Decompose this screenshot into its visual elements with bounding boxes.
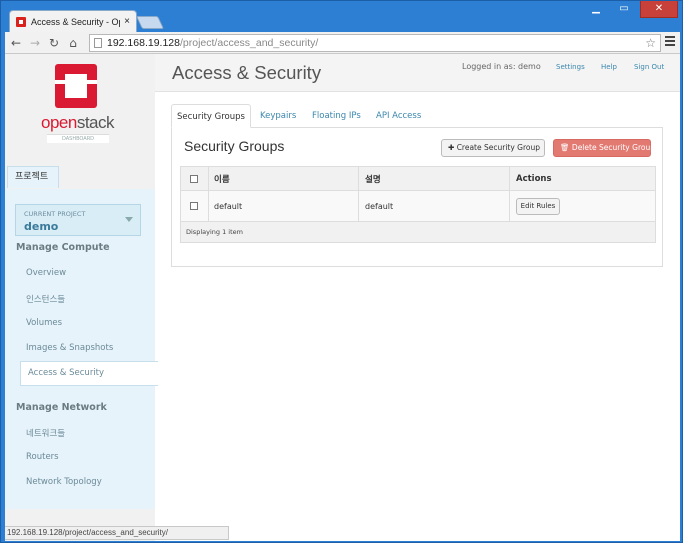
sidebar-item-networks[interactable]: 네트워크들 (26, 427, 65, 439)
status-bar-url: 192.168.19.128/project/access_and_securi… (5, 526, 229, 540)
sign-out-link[interactable]: Sign Out (634, 63, 664, 71)
table-row: default default Edit Rules (181, 191, 655, 222)
sidebar-item-overview[interactable]: Overview (26, 268, 66, 278)
tab-title: Access & Security - Oper (31, 16, 120, 27)
page-icon (94, 38, 102, 48)
page-icon (16, 16, 26, 27)
reload-icon[interactable]: ↻ (46, 35, 62, 51)
chevron-down-icon (125, 217, 133, 222)
menu-icon[interactable] (665, 36, 675, 47)
row-select-cell (186, 191, 210, 221)
page-title: Access & Security (172, 62, 322, 83)
tab-keypairs[interactable]: Keypairs (260, 104, 296, 128)
tab-project[interactable]: 프로젝트 (7, 166, 59, 188)
trash-icon: 🗑 (560, 143, 570, 152)
sidebar-item-access-security[interactable]: Access & Security (20, 361, 158, 386)
panel-title: Security Groups (184, 138, 285, 154)
row-checkbox[interactable] (190, 202, 198, 210)
tab-floating-ips[interactable]: Floating IPs (312, 104, 361, 128)
tab-api-access[interactable]: API Access (376, 104, 421, 128)
table-footer: Displaying 1 item (181, 222, 655, 242)
section-manage-network: Manage Network (16, 402, 107, 413)
current-project-label: CURRENT PROJECT (24, 210, 86, 218)
edit-rules-button[interactable]: Edit Rules (516, 197, 560, 215)
openstack-logo[interactable]: openstack DASHBOARD (41, 64, 115, 144)
security-groups-table: 이름 설명 Actions default default Edit Rules (180, 166, 656, 243)
window-controls: ▁ ▭ ✕ (584, 1, 678, 18)
logo-cube-icon (55, 64, 97, 108)
new-tab-button[interactable] (135, 16, 165, 29)
settings-link[interactable]: Settings (556, 63, 585, 71)
tab-close-icon[interactable]: × (124, 16, 130, 27)
maximize-icon[interactable]: ▭ (612, 1, 636, 18)
url-host: 192.168.19.128 (107, 37, 180, 49)
back-icon[interactable]: ← (8, 35, 24, 51)
minimize-icon[interactable]: ▁ (584, 1, 608, 18)
select-all-checkbox[interactable] (190, 174, 198, 183)
forward-icon[interactable]: → (27, 35, 43, 51)
cell-name: default (214, 201, 243, 211)
tab-security-groups[interactable]: Security Groups (171, 104, 251, 128)
section-manage-compute: Manage Compute (16, 242, 110, 253)
sidebar: openstack DASHBOARD 프로젝트 CURRENT PROJECT… (5, 54, 158, 541)
browser-window: Access & Security - Oper × ▁ ▭ ✕ ← → ↻ ⌂… (0, 0, 683, 543)
browser-tab[interactable]: Access & Security - Oper × (9, 10, 137, 32)
security-groups-panel: Security Groups ✚ Create Security Group … (171, 128, 663, 267)
cell-description: default (365, 201, 394, 211)
star-icon[interactable]: ☆ (645, 36, 656, 50)
plus-icon: ✚ (448, 143, 455, 152)
column-name[interactable]: 이름 (210, 167, 230, 190)
cell-actions: Edit Rules (512, 191, 560, 221)
title-bar: Access & Security - Oper × ▁ ▭ ✕ (1, 1, 683, 32)
tab-bar: Security Groups Keypairs Floating IPs AP… (171, 104, 663, 128)
sidebar-item-network-topology[interactable]: Network Topology (26, 477, 102, 487)
logo-wordmark: openstack (41, 113, 115, 132)
page-header: Access & Security Logged in as: demo Set… (155, 54, 680, 92)
create-security-group-button[interactable]: ✚ Create Security Group (441, 139, 545, 157)
current-project-value: demo (24, 220, 59, 233)
address-bar[interactable]: 192.168.19.128 /project/access_and_secur… (89, 34, 661, 52)
close-icon[interactable]: ✕ (640, 1, 678, 18)
table-header: 이름 설명 Actions (181, 167, 655, 191)
column-actions: Actions (516, 173, 552, 184)
column-description[interactable]: 설명 (361, 167, 381, 190)
project-selector[interactable]: CURRENT PROJECT demo (15, 204, 141, 236)
logo-tagline: DASHBOARD (47, 134, 109, 143)
home-icon[interactable]: ⌂ (65, 35, 81, 51)
browser-toolbar: ← → ↻ ⌂ 192.168.19.128 /project/access_a… (5, 32, 680, 54)
page: openstack DASHBOARD 프로젝트 CURRENT PROJECT… (5, 54, 680, 541)
sidebar-item-volumes[interactable]: Volumes (26, 318, 62, 328)
sidebar-item-images-snapshots[interactable]: Images & Snapshots (26, 343, 113, 353)
help-link[interactable]: Help (601, 63, 617, 71)
logged-in-status: Logged in as: demo (462, 62, 541, 71)
sidebar-item-instances[interactable]: 인스턴스들 (26, 293, 65, 305)
delete-security-groups-button[interactable]: 🗑 Delete Security Groups (553, 139, 659, 157)
select-all-cell (186, 167, 210, 190)
url-path: /project/access_and_security/ (180, 37, 319, 49)
main-content: Security Groups Keypairs Floating IPs AP… (171, 104, 663, 267)
sidebar-item-routers[interactable]: Routers (26, 452, 59, 462)
